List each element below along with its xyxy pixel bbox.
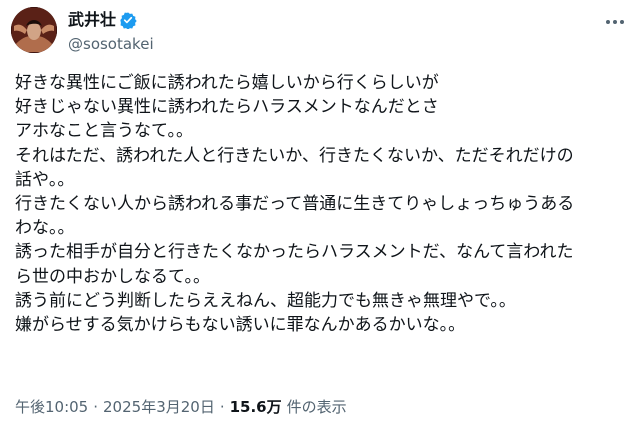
name-row: 武井壮 [68,10,580,30]
verified-badge-icon [119,11,137,30]
views-count[interactable]: 15.6万 [230,398,282,416]
tweet-line: それはただ、誘われた人と行きたいか、行きたくないか、ただそれだけの [15,145,574,166]
tweet-line: 誘った相手が自分と行きたくなかったらハラスメントだ、なんて言われた [15,242,574,263]
tweet-line: 嫌がらせする気かけらもない誘いに罪なんかあるかいな。。 [15,315,466,336]
more-dot [606,20,610,24]
more-options-icon[interactable] [602,13,628,31]
more-dot [620,20,624,24]
author-block: 武井壮 @sosotakei [68,10,580,53]
metadata-separator: · [219,398,225,416]
tweet-date[interactable]: 2025年3月20日 [103,398,215,416]
more-dot [613,20,617,24]
tweet-card: 武井壮 @sosotakei 好きな異性にご飯に誘われたら嬉しいから行くらしいが… [0,0,640,430]
author-handle[interactable]: @sosotakei [68,35,580,53]
tweet-line: アホなこと言うなて。。 [15,121,193,142]
tweet-line: 話や。。 [15,169,75,190]
tweet-line: わな。。 [15,218,75,239]
tweet-line: ら世の中おかしなるて。。 [15,266,210,287]
tweet-time[interactable]: 午後10:05 [15,398,88,416]
tweet-metadata: 午後10:05 · 2025年3月20日 · 15.6万 件の表示 [15,398,347,416]
tweet-line: 好きじゃない異性に誘われたらハラスメントなんだとさ [15,97,439,118]
profile-avatar[interactable] [11,7,57,53]
views-label: 件の表示 [286,398,347,416]
tweet-line: 行きたくない人から誘われる事だって普通に生きてりゃしょっちゅうある [15,194,575,215]
metadata-separator: · [93,398,99,416]
tweet-line: 好きな異性にご飯に誘われたら嬉しいから行くらしいが [15,73,439,93]
tweet-body: 好きな異性にご飯に誘われたら嬉しいから行くらしいが 好きじゃない異性に誘われたら… [15,71,630,337]
tweet-line: 誘う前にどう判断したらええねん、超能力でも無きゃ無理やで。。 [15,290,516,311]
author-display-name[interactable]: 武井壮 [68,10,116,30]
